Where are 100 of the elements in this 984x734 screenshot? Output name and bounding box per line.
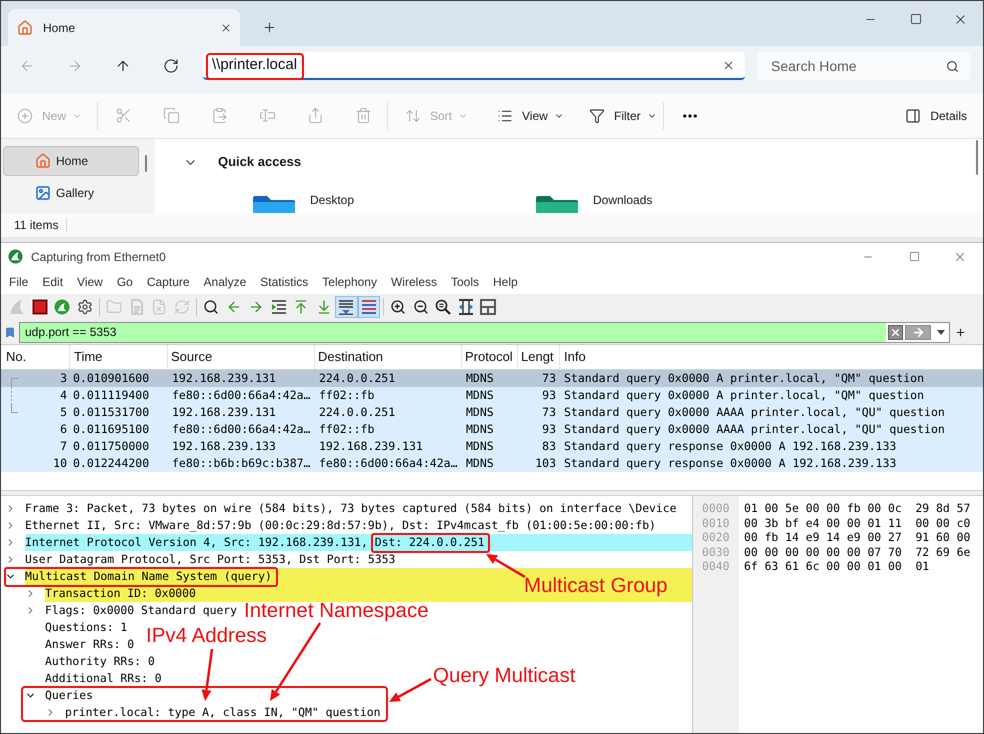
stop-square-icon[interactable]: [32, 299, 48, 315]
arrow-right-icon: [912, 326, 924, 338]
table-cell-text: 93: [541, 386, 557, 404]
table-cell-text: fe80::6d00:66a4:42a…: [318, 454, 458, 472]
clear-filter-button[interactable]: [888, 324, 903, 340]
menu-item[interactable]: Help: [486, 273, 525, 291]
annotation-label: Query Multicast: [433, 666, 576, 686]
table-cell-text: fe80::b6b:b69c:b387…: [171, 454, 312, 472]
tree-item[interactable]: Queries: [45, 687, 94, 704]
table-cell-text: 83: [541, 438, 557, 455]
tree-item[interactable]: Additional RRs: 0: [45, 670, 162, 687]
table-cell-text: MDNS: [465, 420, 495, 438]
dropdown-arrow-icon[interactable]: [937, 330, 945, 334]
window-title: Capturing from Ethernet0: [31, 248, 166, 266]
packet-row[interactable]: 4 0.011119400 fe80::6d00:66a4:42a… ff02::fb MDNS 93 Standard query 0x0000 A printer.local, "QM" question: [1, 387, 983, 404]
folder-name[interactable]: Desktop: [310, 193, 354, 207]
shark-fin-icon: [8, 249, 23, 264]
menu-item[interactable]: File: [2, 273, 36, 291]
plus-circle-icon: [17, 108, 33, 124]
table-cell-text: 0.011119400: [72, 386, 150, 404]
menu-item[interactable]: View: [70, 273, 110, 291]
hex-bytes: 00 fb 14 e9 14 e9 00 27 91 60 00: [744, 530, 970, 544]
table-cell-text: 0.011695100: [72, 420, 150, 438]
folder-icon[interactable]: [535, 195, 579, 213]
column-header[interactable]: Source: [168, 345, 315, 369]
status-text: 11 items: [14, 217, 58, 234]
menu-item[interactable]: Analyze: [196, 273, 254, 291]
lines-arrow-icon[interactable]: [270, 299, 287, 315]
packet-row[interactable]: 7 0.011750000 192.168.239.133 192.168.239.131 MDNS 83 Standard query response 0x0000 A 192.168.239.133: [1, 438, 983, 455]
tree-item[interactable]: printer.local: type A, class IN, "QM" question: [65, 704, 380, 721]
search-icon[interactable]: [203, 299, 220, 315]
table-cell-text: 103: [534, 454, 557, 472]
folder-name[interactable]: Downloads: [593, 193, 652, 207]
menu-item[interactable]: Edit: [35, 273, 70, 291]
maximize-icon[interactable]: [908, 251, 920, 262]
hex-bytes: 00 3b bf e4 00 00 01 11 00 00 c0: [744, 516, 970, 530]
column-header[interactable]: Time: [70, 345, 168, 369]
refresh-icon[interactable]: [163, 58, 179, 74]
view-button[interactable]: View: [490, 100, 562, 132]
table-cell-text: 93: [541, 420, 557, 438]
table-cell-text: 0.011750000: [72, 438, 150, 455]
column-header[interactable]: Destination: [315, 345, 462, 369]
table-cell-text: Standard query response 0x0000 A 192.168.239.133: [563, 438, 898, 455]
arrow-down-to-line-icon[interactable]: [316, 299, 332, 315]
filter-button[interactable]: Filter: [582, 100, 654, 132]
table-cell-text: 10: [52, 454, 68, 472]
menu-item[interactable]: Telephony: [315, 273, 384, 291]
menu-item[interactable]: Capture: [140, 273, 197, 291]
table-cell-text: 192.168.239.131: [171, 370, 277, 387]
tree-item[interactable]: Authority RRs: 0: [45, 653, 155, 670]
menu-item[interactable]: Tools: [444, 273, 486, 291]
sidebar-item[interactable]: Gallery: [3, 178, 139, 208]
packet-row[interactable]: 5 0.011531700 192.168.239.131 224.0.0.251 MDNS 73 Standard query 0x0000 AAAA printer.local, "QU" question: [1, 404, 983, 421]
table-cell-text: MDNS: [465, 438, 495, 455]
scrollbar: [976, 140, 978, 175]
restart-icon[interactable]: [54, 299, 70, 315]
panel-icon: [905, 108, 922, 124]
table-cell-text: ff02::fb: [318, 386, 376, 404]
table-cell-text: MDNS: [465, 454, 495, 472]
column-header[interactable]: Lengt: [518, 345, 560, 369]
plus-icon[interactable]: [955, 326, 966, 338]
menu-item[interactable]: Statistics: [253, 273, 316, 291]
tab[interactable]: Home: [8, 9, 240, 46]
close-icon[interactable]: [220, 22, 232, 34]
filter-field[interactable]: udp.port == 5353: [20, 322, 886, 342]
column-header[interactable]: No.: [1, 345, 70, 369]
zoom-in-icon[interactable]: [390, 299, 406, 315]
address-field[interactable]: \\printer.local: [203, 52, 745, 80]
tree-item[interactable]: Flags: 0x0000 Standard query: [45, 602, 238, 619]
hex-bytes: 6f 63 61 6c 00 00 01 00 01: [744, 559, 930, 574]
plus-icon[interactable]: [262, 20, 277, 35]
table-cell-text: 6: [59, 420, 68, 438]
column-header[interactable]: Protocol: [462, 345, 518, 369]
tree-item[interactable]: Answer RRs: 0: [45, 636, 134, 653]
hex-bytes: 00 00 00 00 00 00 07 70 72 69 6e: [744, 544, 970, 559]
tree-item[interactable]: Ethernet II, Src: VMware_8d:57:9b (00:0c:29:8d:57:9b), Dst: IPv4mcast_fb (01:00:5e:00:00:fb): [25, 517, 656, 534]
grid-icon[interactable]: [480, 299, 496, 315]
tree-item[interactable]: Frame 3: Packet, 73 bytes on wire (584 bits), 73 bytes captured (584 bits) on interface \Device: [25, 500, 676, 517]
details-button[interactable]: Details: [901, 100, 971, 132]
byte-offset: 0000: [702, 501, 730, 516]
magnifier-icon[interactable]: [435, 299, 452, 315]
menu-item[interactable]: Wireless: [384, 273, 444, 291]
column-header[interactable]: Info: [560, 345, 983, 369]
menu-item[interactable]: Go: [110, 273, 140, 291]
home-icon: [35, 153, 51, 169]
gear-icon[interactable]: [76, 299, 93, 315]
tree-item[interactable]: Internet Protocol Version 4, Src: 192.168.239.131, Dst: 224.0.0.251: [25, 534, 692, 551]
maximize-icon[interactable]: [910, 13, 922, 25]
folder-icon[interactable]: [252, 195, 296, 213]
zoom-out-icon[interactable]: [412, 299, 429, 315]
packet-row[interactable]: 3 0.010901600 192.168.239.131 224.0.0.251 MDNS 73 Standard query 0x0000 A printer.local, "QM" question: [1, 370, 983, 387]
search-field[interactable]: Search Home: [757, 52, 970, 80]
tree-item[interactable]: User Datagram Protocol, Src Port: 5353, Dst Port: 5353: [25, 551, 396, 568]
sidebar-item[interactable]: Home: [3, 146, 139, 176]
packet-row[interactable]: 10 0.012244200 fe80::b6b:b69c:b387… fe80::6d00:66a4:42a… MDNS 103 Standard query response 0x0000 A 192.168.239.133: [1, 455, 983, 472]
tree-item[interactable]: Questions: 1: [45, 619, 128, 636]
packet-row[interactable]: 6 0.011695100 fe80::6d00:66a4:42a… ff02::fb MDNS 93 Standard query 0x0000 AAAA printer.local, "QU" question: [1, 421, 983, 438]
column-resize-icon[interactable]: [458, 299, 474, 315]
table-cell-text: MDNS: [465, 370, 495, 387]
apply-filter-button[interactable]: [905, 324, 931, 340]
